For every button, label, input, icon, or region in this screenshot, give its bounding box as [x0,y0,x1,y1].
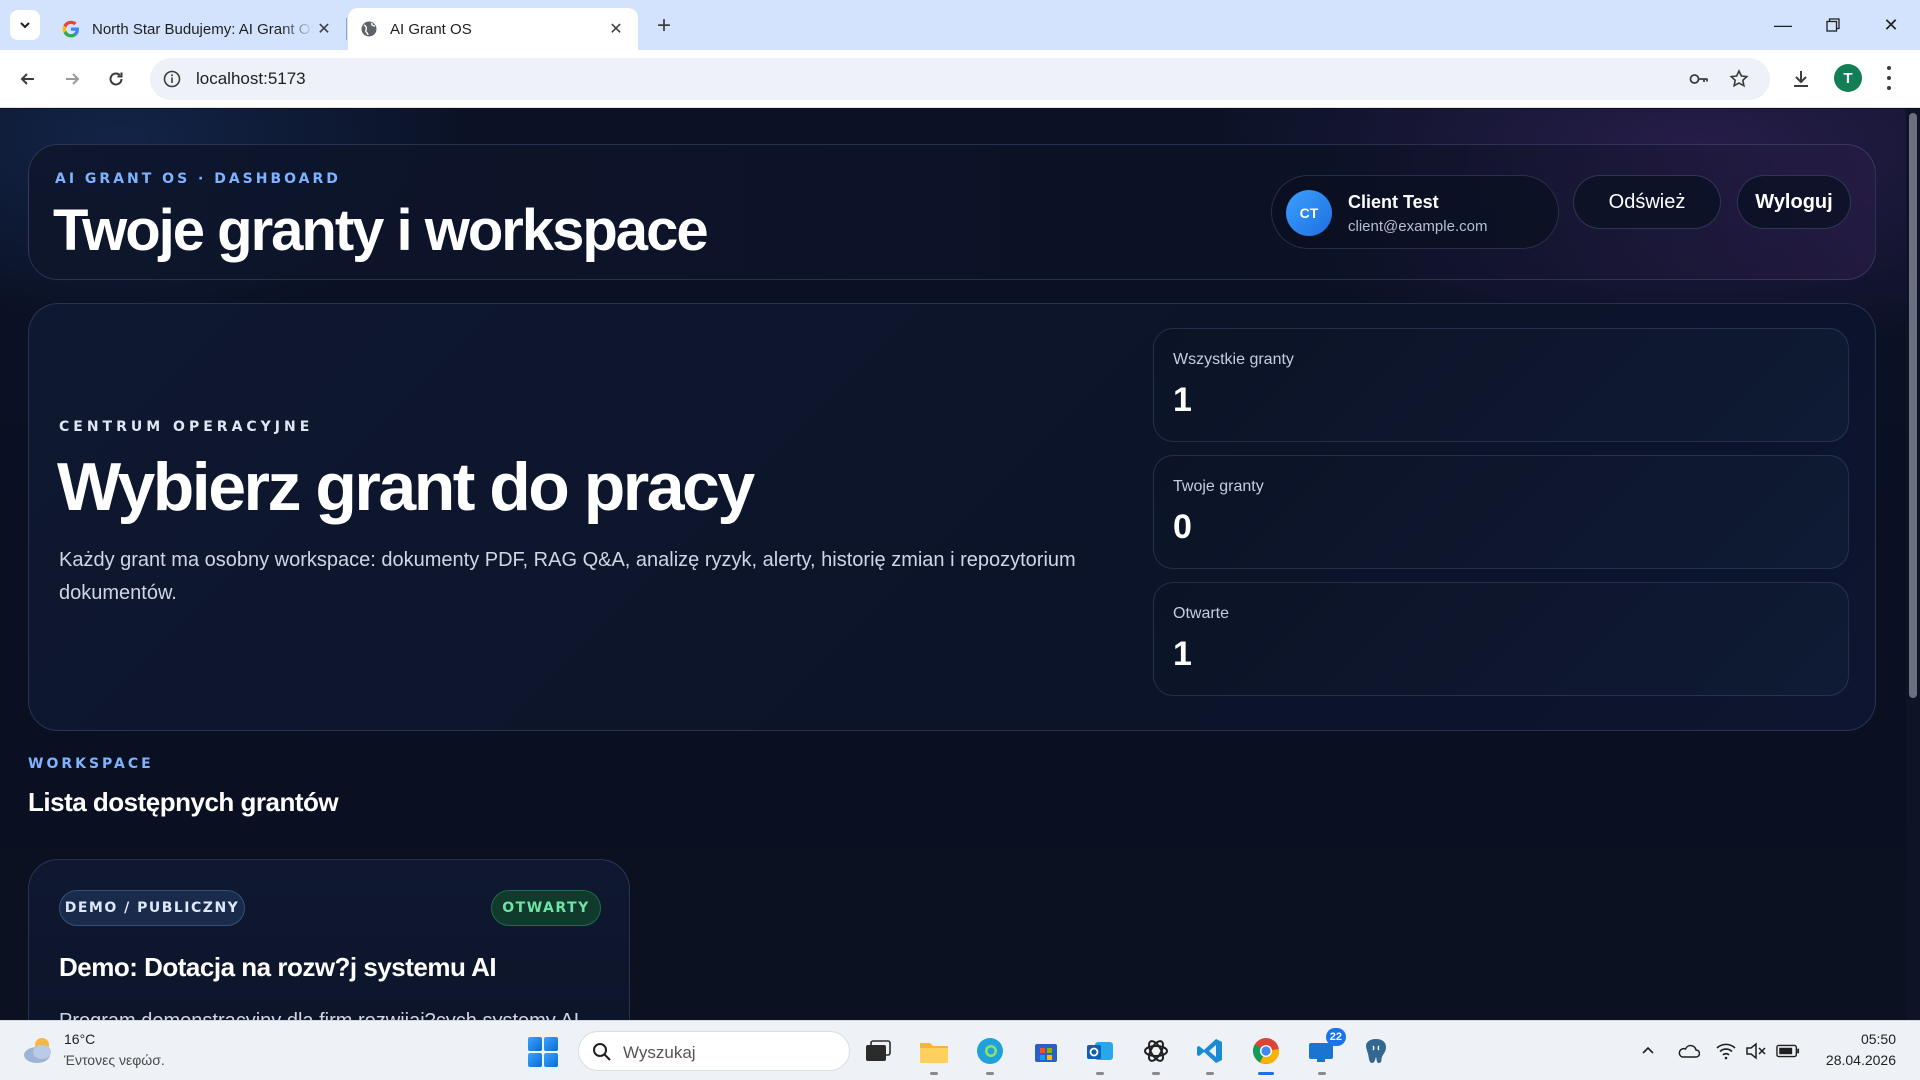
site-info-icon[interactable] [162,69,182,89]
file-explorer-icon[interactable] [916,1033,952,1075]
chatgpt-icon[interactable] [1138,1033,1174,1075]
close-window-button[interactable]: ✕ [1866,0,1916,50]
arrow-right-icon [66,73,80,85]
header-eyebrow: AI GRANT OS · DASHBOARD [55,171,341,187]
tab-separator [346,18,347,40]
weather-temperature[interactable]: 16°C [64,1031,95,1047]
back-button[interactable] [12,63,44,95]
hero-eyebrow: CENTRUM OPERACYJNE [59,419,314,435]
grant-card[interactable]: DEMO / PUBLICZNY OTWARTY Demo: Dotacja n… [28,859,630,1020]
tab-ai-grant-os[interactable]: AI Grant OS ✕ [348,8,638,50]
microsoft-store-icon[interactable] [1028,1033,1064,1069]
task-view-icon[interactable] [860,1033,896,1069]
more-menu-icon[interactable] [1884,66,1894,90]
hero-title: Wybierz grant do pracy [57,449,755,525]
user-card[interactable]: CT Client Test client@example.com [1271,175,1559,249]
taskbar: 16°C Έντονες νεφώσ. Wyszukaj 22 05:50 28… [0,1020,1920,1080]
stat-label: Otwarte [1173,605,1230,622]
star-icon[interactable] [1728,68,1750,90]
tab-title: North Star Budujemy: AI Grant OS [92,20,314,38]
tab-north-star[interactable]: North Star Budujemy: AI Grant OS ✕ [50,8,346,50]
stat-value: 1 [1173,635,1192,673]
notification-count-badge: 22 [1325,1028,1346,1046]
wifi-icon[interactable] [1714,1039,1738,1063]
dashboard-header: AI GRANT OS · DASHBOARD Twoje granty i w… [28,144,1876,280]
close-tab-icon[interactable]: ✕ [606,19,626,39]
restore-button[interactable] [1808,0,1858,50]
stat-value: 1 [1173,381,1192,419]
refresh-button[interactable]: Odśwież [1573,175,1721,229]
stat-value: 0 [1173,508,1192,546]
grant-description: Program demonstracyjny dla firm rozwijaj… [59,1010,585,1020]
active-indicator [1258,1072,1274,1075]
status-badge: OTWARTY [491,890,601,926]
chevron-up-icon[interactable] [1636,1039,1660,1063]
page-scrollbar[interactable] [1906,109,1920,1020]
edge-browser-icon[interactable] [972,1033,1008,1075]
outlook-icon[interactable] [1082,1033,1118,1075]
windows-start-icon[interactable] [528,1037,558,1067]
running-indicator [1152,1072,1160,1075]
battery-icon[interactable] [1776,1039,1800,1063]
hero-description: Każdy grant ma osobny workspace: dokumen… [59,549,1076,604]
workspace-eyebrow: WORKSPACE [28,756,154,772]
tab-search-button[interactable] [10,10,40,40]
browser-tab-strip: North Star Budujemy: AI Grant OS ✕ AI Gr… [0,0,1920,50]
search-icon [593,1043,611,1061]
remote-desktop-icon[interactable]: 22 [1304,1028,1346,1075]
running-indicator [930,1072,938,1075]
vscode-icon[interactable] [1192,1033,1228,1075]
stat-label: Twoje granty [1173,478,1264,495]
reload-icon [109,72,123,86]
running-indicator [1096,1072,1104,1075]
forward-button[interactable] [56,63,88,95]
key-icon[interactable] [1688,68,1710,90]
postgresql-icon[interactable] [1358,1033,1394,1069]
url-text[interactable]: localhost:5173 [196,69,306,89]
stat-card-your-grants: Twoje granty 0 [1153,455,1849,569]
avatar: CT [1286,190,1332,236]
clock-date[interactable]: 28.04.2026 [1826,1052,1896,1068]
stat-card-open: Otwarte 1 [1153,582,1849,696]
profile-avatar[interactable]: T [1834,64,1862,92]
weather-description[interactable]: Έντονες νεφώσ. [64,1052,165,1068]
running-indicator [1318,1072,1326,1075]
globe-icon [361,21,377,37]
onedrive-icon[interactable] [1676,1039,1700,1063]
new-tab-button[interactable]: + [650,12,678,40]
running-indicator [1206,1072,1214,1075]
reload-button[interactable] [100,63,132,95]
download-icon[interactable] [1790,68,1812,90]
chrome-icon[interactable] [1248,1033,1284,1075]
google-icon [62,20,79,38]
scrollbar-thumb[interactable] [1909,113,1917,698]
close-tab-icon[interactable]: ✕ [314,19,334,39]
minimize-button[interactable]: — [1758,0,1808,50]
grant-list-title: Lista dostępnych grantów [28,787,339,817]
operations-center-card: CENTRUM OPERACYJNE Wybierz grant do prac… [28,303,1876,731]
taskbar-search[interactable]: Wyszukaj [578,1031,850,1071]
page-title: Twoje granty i workspace [53,198,709,263]
grant-title[interactable]: Demo: Dotacja na rozw?j systemu AI [59,952,497,983]
search-placeholder: Wyszukaj [623,1043,696,1062]
speaker-muted-icon[interactable] [1744,1039,1768,1063]
tab-title: AI Grant OS [390,20,472,38]
user-email: client@example.com [1348,218,1488,235]
logout-button[interactable]: Wyloguj [1737,175,1851,229]
grant-type-badge: DEMO / PUBLICZNY [59,890,245,926]
stat-card-all-grants: Wszystkie granty 1 [1153,328,1849,442]
user-name: Client Test [1348,192,1439,212]
address-bar[interactable]: localhost:5173 [150,58,1770,100]
cloudy-weather-icon[interactable] [22,1035,56,1065]
chevron-down-icon [20,22,30,29]
arrow-left-icon [20,73,34,85]
restore-icon [1826,18,1840,32]
browser-toolbar: localhost:5173 T [0,50,1920,108]
clock-time[interactable]: 05:50 [1861,1031,1896,1047]
running-indicator [986,1072,994,1075]
stat-label: Wszystkie granty [1173,351,1294,368]
app-viewport: AI GRANT OS · DASHBOARD Twoje granty i w… [0,109,1920,1020]
